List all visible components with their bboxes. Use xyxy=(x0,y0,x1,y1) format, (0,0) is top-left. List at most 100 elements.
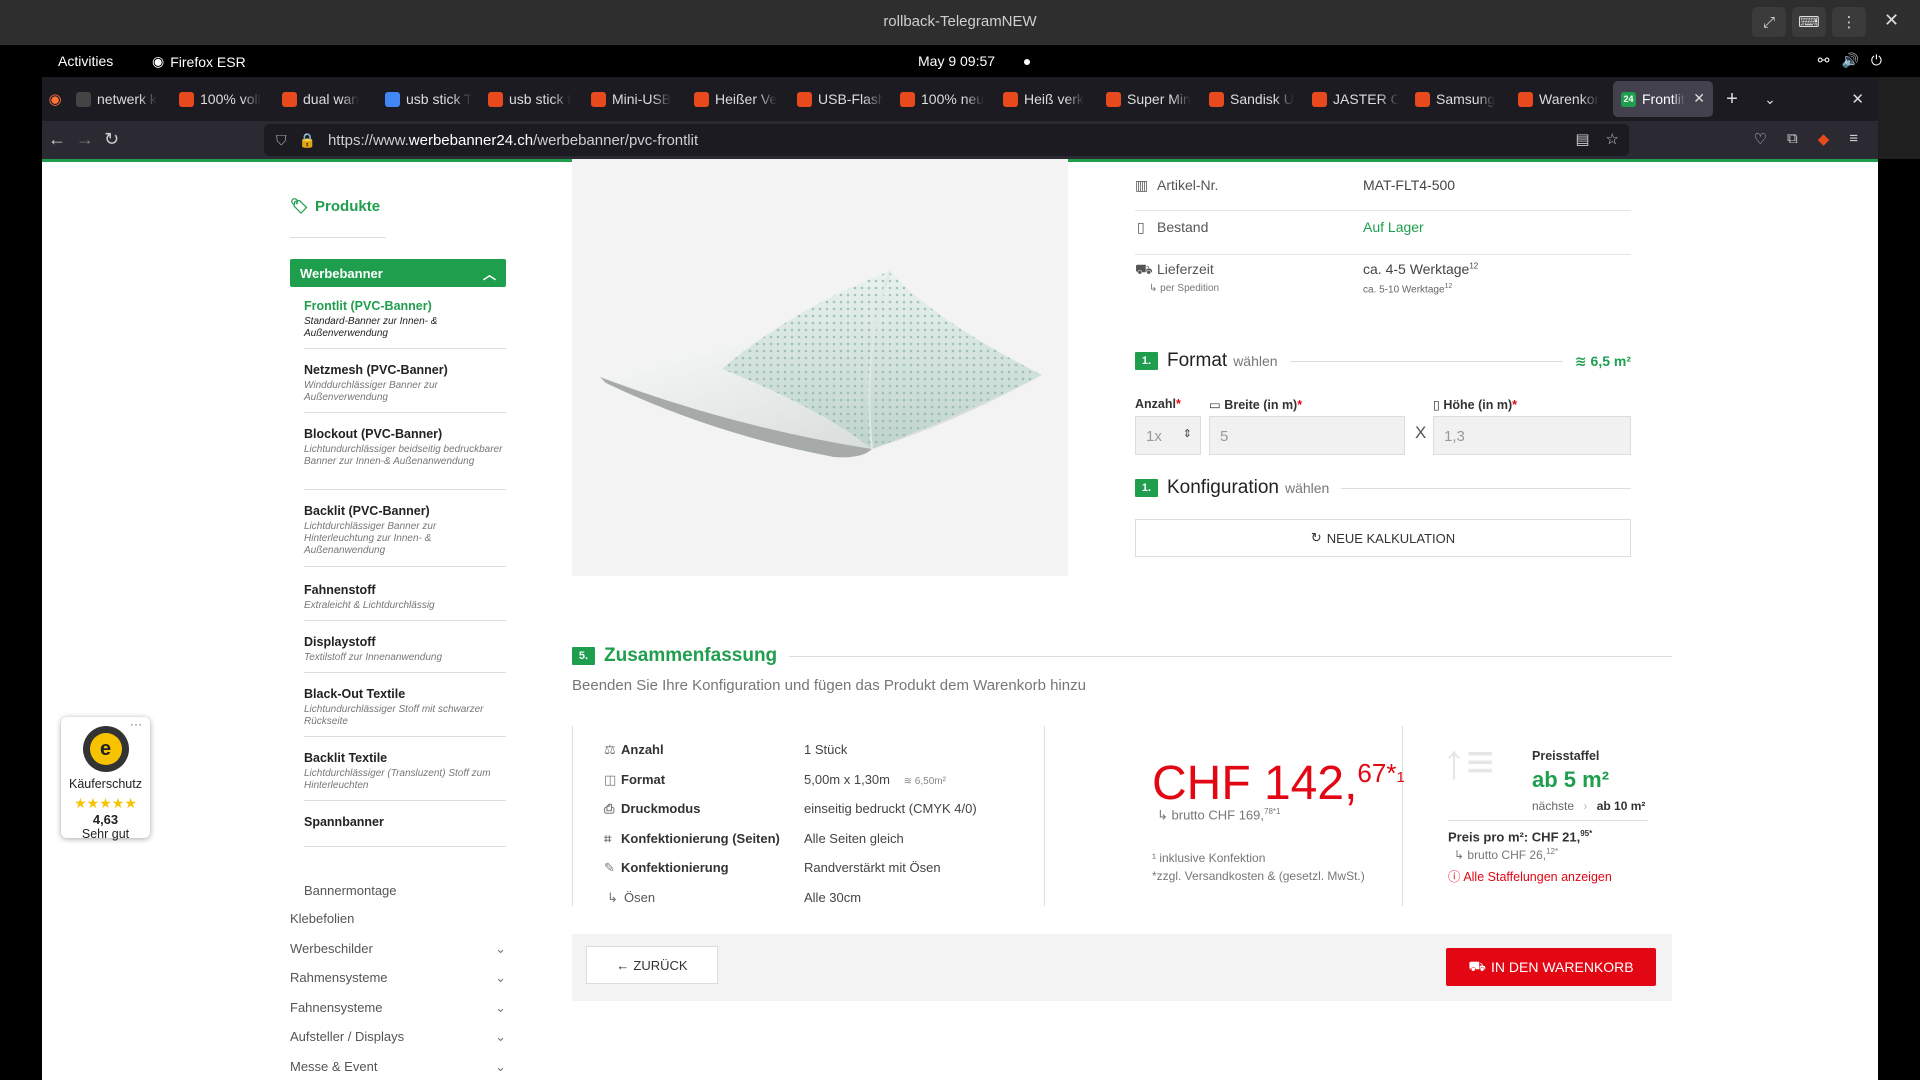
subitem-desc: Lichtundurchlässiger Stoff mit schwarzer… xyxy=(304,704,484,727)
select-arrows-icon: ⇕ xyxy=(1182,428,1192,440)
sidebar-subitem[interactable]: Frontlit (PVC-Banner) Standard-Banner zur… xyxy=(304,299,506,349)
tab[interactable]: dual wan xyxy=(274,81,377,117)
layers-icon: ≋ xyxy=(1574,352,1587,369)
lieferzeit-sub: per Spedition xyxy=(1160,283,1220,294)
tab[interactable]: 100% voll xyxy=(171,81,274,117)
tab[interactable]: Heiß verk xyxy=(995,81,1098,117)
tab[interactable]: Super Min xyxy=(1098,81,1201,117)
addon-icon[interactable]: ◆ xyxy=(1818,130,1830,148)
breite-label: ▭ Breite (in m)* xyxy=(1209,398,1303,412)
category-label: Klebefolien xyxy=(290,911,355,926)
trusted-shops-badge[interactable]: ··· e Käuferschutz ★★★★★ 4,63 Sehr gut xyxy=(61,717,150,841)
app-menu[interactable]: ◉ Firefox ESR xyxy=(152,53,246,70)
tab[interactable]: USB-Flash xyxy=(789,81,892,117)
sidebar-subitem[interactable]: Black-Out Textile Lichtundurchlässiger St… xyxy=(304,687,506,737)
lieferzeit-value: ca. 4-5 Werktage xyxy=(1363,261,1470,277)
firefox-view-icon[interactable]: ◉ xyxy=(42,90,68,108)
chevron-down-icon[interactable]: ⌄ xyxy=(1751,91,1789,108)
fullscreen-icon[interactable]: ⤢ xyxy=(1752,7,1786,37)
sidebar-category[interactable]: Werbeschilder ⌄ xyxy=(290,941,506,957)
neue-kalkulation-button[interactable]: ↻ NEUE KALKULATION xyxy=(1135,519,1631,557)
sidebar-subitem[interactable]: Backlit (PVC-Banner) Lichtdurchlässiger B… xyxy=(304,504,506,567)
tab[interactable]: Mini-USB xyxy=(583,81,686,117)
tab[interactable]: Samsung xyxy=(1407,81,1510,117)
sidebar-category[interactable]: Aufsteller / Displays ⌄ xyxy=(290,1029,506,1045)
tab-active[interactable]: 24 Frontlit ✕ xyxy=(1613,81,1713,117)
tab[interactable]: Heißer Ve xyxy=(686,81,789,117)
breite-input[interactable]: 5 xyxy=(1209,416,1405,455)
close-window-small-icon[interactable]: ✕ xyxy=(1851,90,1864,108)
tab[interactable]: Sandisk U xyxy=(1201,81,1304,117)
keyboard-icon[interactable]: ⌨ xyxy=(1792,7,1826,37)
pocket-icon[interactable]: ♡ xyxy=(1754,130,1767,148)
summary-value: 1 Stück xyxy=(804,742,848,757)
new-tab-icon[interactable]: + xyxy=(1713,88,1751,111)
tab-label: USB-Flash xyxy=(818,91,884,107)
hamburger-menu-icon[interactable]: ≡ xyxy=(1849,130,1858,148)
sidebar-category[interactable]: Rahmensysteme ⌄ xyxy=(290,970,506,986)
price-notes: ¹ inklusive Konfektion *zzgl. Versandkost… xyxy=(1152,851,1365,883)
back-arrow-icon[interactable]: ← xyxy=(48,129,66,150)
tab[interactable]: usb stick t xyxy=(480,81,583,117)
tab[interactable]: usb stick T xyxy=(377,81,480,117)
tab[interactable]: Warenkor xyxy=(1510,81,1613,117)
edit-icon: ✎ xyxy=(604,860,615,875)
werbebanner-category[interactable]: Werbebanner ︿ xyxy=(290,259,506,287)
tab-label: Heiß verk xyxy=(1024,91,1084,107)
url-bar[interactable]: ⛉ 🔒 https://www. werbebanner24.ch/werbeban… xyxy=(264,124,1629,156)
naechste-staffel: nächste › ab 10 m² xyxy=(1532,799,1646,813)
shield-icon[interactable]: ⛉ xyxy=(276,132,287,149)
hoehe-input[interactable]: 1,3 xyxy=(1433,416,1631,455)
summary-value: Alle 30cm xyxy=(804,889,862,905)
bestand-value: Auf Lager xyxy=(1363,219,1424,235)
system-tray[interactable]: ⚯ 🔊 ⏻ xyxy=(1818,52,1882,69)
sidebar-subitem[interactable]: Displaystoff Textilstoff zur Innenanwendu… xyxy=(304,635,506,673)
favicon-icon xyxy=(591,91,606,107)
kebab-menu-icon[interactable]: ⋮ xyxy=(1832,7,1866,37)
tab[interactable]: netwerk k xyxy=(68,81,171,117)
alle-staffelungen-link[interactable]: ⓘ Alle Staffelungen anzeigen xyxy=(1448,866,1612,885)
clock[interactable]: May 9 09:57 xyxy=(918,53,995,69)
add-to-cart-button[interactable]: ⛟ IN DEN WARENKORB xyxy=(1446,948,1656,986)
sidebar-subitem[interactable]: Spannbanner xyxy=(304,815,506,847)
printer-icon: ⎙ xyxy=(604,801,615,816)
sidebar-subitem[interactable]: Blockout (PVC-Banner) Lichtundurchlässige… xyxy=(304,427,506,490)
sidebar-subitem[interactable]: Fahnenstoff Extraleicht & Lichtdurchlässi… xyxy=(304,583,506,621)
forward-arrow-icon[interactable]: → xyxy=(76,129,94,150)
reload-icon[interactable]: ↻ xyxy=(104,129,119,150)
ruler-vertical-icon: ▯ xyxy=(1433,398,1440,412)
extensions-icon[interactable]: ⧉ xyxy=(1787,130,1798,148)
lock-icon[interactable]: 🔒 xyxy=(299,132,316,149)
produkte-heading[interactable]: 🏷 Produkte xyxy=(290,197,380,216)
sidebar-subitem[interactable]: Netzmesh (PVC-Banner) Winddurchlässiger B… xyxy=(304,363,506,413)
sidebar-category[interactable]: Messe & Event ⌄ xyxy=(290,1059,506,1075)
favicon-icon xyxy=(385,91,400,107)
staffel-value: ab 5 m² xyxy=(1532,767,1610,792)
favicon-icon xyxy=(797,91,812,107)
activities-button[interactable]: Activities xyxy=(58,53,113,69)
refresh-icon: ↻ xyxy=(1310,530,1322,545)
sidebar-item-bannermontage[interactable]: Bannermontage xyxy=(304,883,506,898)
more-icon[interactable]: ··· xyxy=(130,717,142,731)
reader-view-icon[interactable]: ▤ xyxy=(1575,130,1589,148)
back-button[interactable]: ← ZURÜCK xyxy=(586,946,718,984)
url-prefix: https://www. xyxy=(327,131,409,149)
favicon-icon xyxy=(282,91,297,107)
bestand-row: ▯ Bestand Auf Lager xyxy=(1135,219,1631,255)
close-tab-icon[interactable]: ✕ xyxy=(1693,90,1705,107)
tab[interactable]: 100% neu xyxy=(892,81,995,117)
subitem-title: Backlit (PVC-Banner) xyxy=(304,504,430,518)
bookmark-star-icon[interactable]: ☆ xyxy=(1606,130,1619,148)
sidebar-subitem[interactable]: Backlit Textile Lichtdurchlässiger (Trans… xyxy=(304,751,506,801)
subitem-desc: Lichtdurchlässiger Banner zur Hinterleuc… xyxy=(304,521,437,556)
chevron-down-icon: ⌄ xyxy=(495,1029,506,1044)
gnome-top-bar: Activities ◉ Firefox ESR May 9 09:57 ⚯ 🔊 ⏻ xyxy=(0,45,1920,77)
sidebar-category[interactable]: Fahnensysteme ⌄ xyxy=(290,1000,506,1016)
chevron-down-icon: ⌄ xyxy=(495,940,506,956)
anzahl-select[interactable]: 1x ⇕ xyxy=(1135,416,1201,455)
summary-title: Zusammenfassung xyxy=(604,645,778,666)
favicon-icon xyxy=(900,91,915,107)
sidebar-category[interactable]: Klebefolien xyxy=(290,911,506,926)
close-window-icon[interactable]: ✕ xyxy=(1884,10,1899,31)
tab[interactable]: JASTER C xyxy=(1304,81,1407,117)
